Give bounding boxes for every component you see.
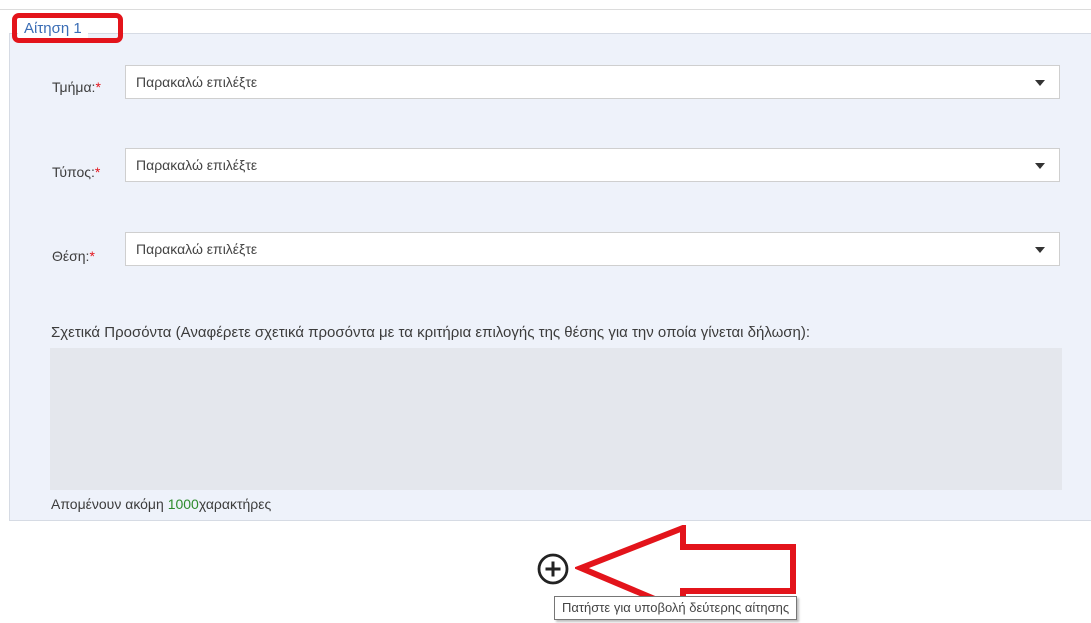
- required-marker: *: [94, 164, 101, 180]
- department-label: Τμήμα:*: [52, 77, 101, 97]
- required-marker: *: [95, 79, 101, 95]
- type-select-value: Παρακαλώ επιλέξτε: [136, 157, 258, 173]
- chevron-down-icon: [1035, 163, 1045, 169]
- chevron-down-icon: [1035, 247, 1045, 253]
- chevron-down-icon: [1035, 80, 1045, 86]
- position-label: Θέση:*: [52, 246, 95, 266]
- plus-circle-icon[interactable]: [536, 552, 570, 586]
- top-divider: [0, 9, 1091, 10]
- remaining-characters: Απομένουν ακόμη 1000χαρακτήρες: [51, 496, 271, 512]
- type-label: Τύπος:*: [52, 162, 100, 182]
- department-label-text: Τμήμα:: [52, 79, 96, 95]
- qualifications-label: Σχετικά Προσόντα (Αναφέρετε σχετικά προσ…: [51, 324, 811, 341]
- remaining-prefix: Απομένουν ακόμη: [51, 496, 164, 512]
- required-marker: *: [89, 248, 95, 264]
- add-request-tooltip: Πατήστε για υποβολή δεύτερης αίτησης: [554, 596, 798, 620]
- type-label-text: Τύπος:: [52, 164, 95, 180]
- type-select[interactable]: Παρακαλώ επιλέξτε: [125, 148, 1060, 182]
- department-select[interactable]: Παρακαλώ επιλέξτε: [125, 65, 1060, 99]
- position-select-value: Παρακαλώ επιλέξτε: [136, 241, 258, 257]
- department-select-value: Παρακαλώ επιλέξτε: [136, 74, 258, 90]
- legend-highlight-box: [12, 13, 123, 43]
- position-label-text: Θέση:: [52, 248, 90, 264]
- remaining-count: 1000: [167, 496, 199, 512]
- remaining-suffix: χαρακτήρες: [198, 496, 272, 512]
- qualifications-textarea[interactable]: [50, 348, 1062, 490]
- position-select[interactable]: Παρακαλώ επιλέξτε: [125, 232, 1060, 266]
